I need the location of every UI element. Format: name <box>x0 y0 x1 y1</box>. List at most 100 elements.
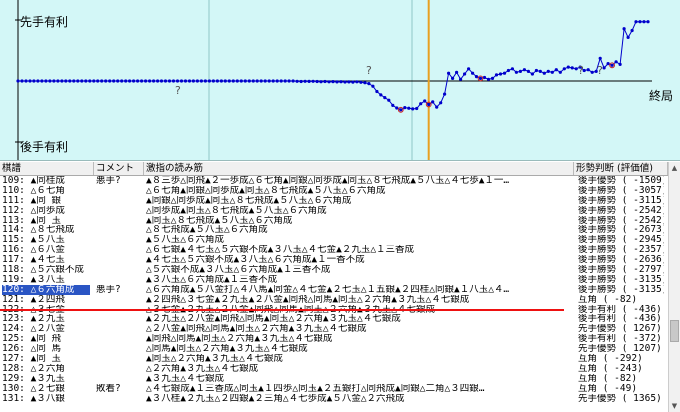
evaluation-point <box>506 68 510 73</box>
judgement-cell: 後手勝勢 ( -2357) <box>578 245 664 256</box>
evaluation-point <box>108 79 112 83</box>
evaluation-point <box>451 76 455 80</box>
evaluation-point <box>112 79 116 83</box>
evaluation-point <box>271 79 275 83</box>
evaluation-point <box>443 92 447 96</box>
judgement-cell: 互角 ( -49) <box>578 383 638 394</box>
move-cell: 130: △２七銀 <box>2 383 65 394</box>
evaluation-point <box>140 79 144 83</box>
table-row[interactable]: 116: △６八金 △６七銀▲４七玉△５六銀不成▲３八玉△４七金▲２九玉△１三香成… <box>0 245 668 255</box>
evaluation-point <box>343 80 347 84</box>
column-header-move[interactable]: 棋譜 <box>0 162 94 175</box>
move-cell: 121: ▲２四飛 <box>2 294 65 305</box>
table-row[interactable]: 126: △同 馬 △同馬▲同玉△２六角▲３九玉△４七銀成 先手優勢 ( 1207) <box>0 344 668 354</box>
move-cell: 112: △同歩成 <box>2 205 65 216</box>
judgement-cell: 後手勝勢 ( -2945) <box>578 235 664 246</box>
move-cell: 117: ▲４七玉 <box>2 255 65 266</box>
table-row[interactable]: 128: △２六角 △２六角▲３九玉△４七銀成 互角 ( -243) <box>0 364 668 374</box>
evaluation-line <box>18 21 648 111</box>
move-cell: 113: ▲同 玉 <box>2 215 62 226</box>
judgement-cell: 後手勝勢 ( -2542) <box>578 205 664 216</box>
table-row[interactable]: 127: ▲同 玉 ▲同玉△２六角▲３九玉△４七銀成 互角 ( -292) <box>0 354 668 364</box>
evaluation-point <box>435 105 439 109</box>
evaluation-point <box>530 72 535 76</box>
evaluation-point <box>355 80 359 84</box>
pv-cell: ▲同飛△同馬▲同玉△２六角▲３九玉△４七銀成 <box>146 334 333 345</box>
move-cell: 128: △２六角 <box>2 363 65 374</box>
column-header-judgement[interactable]: 形勢判断 (評価値) <box>574 162 668 175</box>
evaluation-point <box>347 80 351 84</box>
evaluation-point <box>255 79 259 83</box>
table-scrollbar[interactable]: ▲ ▼ <box>668 162 680 412</box>
table-row[interactable]: 109: ▲同桂成 悪手? ▲８三歩△同飛▲２一歩成△６七角▲同銀△同歩成▲同玉△８… <box>0 176 668 186</box>
table-row[interactable]: 123: ▲２九玉 ▲２九玉△２八金▲同飛△同馬▲同玉△２六角▲３九玉△４七銀成 後… <box>0 314 668 324</box>
judgement-cell: 互角 ( -82) <box>578 373 638 384</box>
evaluation-point <box>467 67 471 71</box>
evaluation-point <box>367 82 371 86</box>
evaluation-point <box>542 71 546 75</box>
scrollbar-thumb[interactable] <box>670 320 679 342</box>
table-row[interactable]: 112: △同歩成 △同歩成▲同玉△８七飛成▲５八玉△６六角成 後手勝勢 ( -25… <box>0 206 668 216</box>
table-row[interactable]: 131: ▲３八銀 ▲３八桂▲２九玉△２四銀▲２三角△４七歩成▲５八金△２六飛成 先… <box>0 394 668 404</box>
evaluation-point <box>251 79 255 83</box>
table-row[interactable]: 129: ▲３九玉 ▲３九玉△４七銀成 互角 ( -82) <box>0 374 668 384</box>
scroll-up-arrow-icon[interactable]: ▲ <box>669 162 680 174</box>
evaluation-point <box>183 79 188 83</box>
evaluation-point <box>598 56 602 60</box>
evaluation-point <box>646 20 650 24</box>
evaluation-point <box>558 70 562 74</box>
judgement-cell: 後手勝勢 ( -2673) <box>578 225 664 236</box>
evaluation-point <box>203 79 207 83</box>
judgement-cell: 互角 ( -243) <box>578 363 643 374</box>
pv-cell: ▲５八玉△６六角成 <box>146 235 224 246</box>
table-row[interactable]: 125: ▲同 飛 ▲同飛△同馬▲同玉△２六角▲３九玉△４七銀成 後手有利 ( -3… <box>0 334 668 344</box>
table-row[interactable]: 130: △２七銀 敗着? △４七銀成▲１三香成△同玉▲１四歩△同玉▲２五銀打△同飛… <box>0 384 668 394</box>
table-row[interactable]: 113: ▲同 玉 ▲同玉△８七飛成▲５八玉△６六角成 後手勝勢 ( -2542) <box>0 216 668 226</box>
pv-cell: △２六角▲３九玉△４七銀成 <box>146 363 259 374</box>
column-header-comment[interactable]: コメント <box>94 162 144 175</box>
table-row[interactable]: 118: △５六銀不成 △５六銀不成▲３八玉△６六角成▲１三香不成 後手勝勢 ( -… <box>0 265 668 275</box>
column-header-pv[interactable]: 激指の読み筋 <box>144 162 574 175</box>
evaluation-point <box>431 100 435 104</box>
evaluation-point <box>379 93 383 97</box>
table-row[interactable]: 124: △２八金 △２八金▲同飛△同馬▲同玉△２六角▲３九玉△４七銀成 先手優勢 … <box>0 324 668 334</box>
evaluation-point <box>152 79 156 83</box>
table-row[interactable]: 111: ▲同 銀 ▲同銀△同歩成▲同玉△８七飛成▲５八玉△６六角成 後手勝勢 ( … <box>0 196 668 206</box>
question-marker: ? <box>578 64 584 77</box>
scroll-down-arrow-icon[interactable]: ▼ <box>669 400 680 412</box>
evaluation-point <box>179 79 184 83</box>
table-row[interactable]: 117: ▲４七玉 ▲４七玉△５六銀不成▲３八玉△６六角成▲１一香不成 後手勝勢 (… <box>0 255 668 265</box>
pv-cell: ▲同銀△同歩成▲同玉△８七飛成▲５八玉△６六角成 <box>146 195 352 206</box>
evaluation-point <box>518 69 523 73</box>
table-row[interactable]: 119: ▲３八玉 ▲３八玉△６六角成▲１三香不成 後手勝勢 ( -3135) <box>0 275 668 285</box>
evaluation-point <box>494 73 499 77</box>
evaluation-point <box>219 79 223 83</box>
judgement-cell: 後手有利 ( -436) <box>578 314 662 325</box>
evaluation-graph[interactable]: ???? 先手有利 後手有利 終局 <box>0 0 680 161</box>
evaluation-point <box>606 62 610 66</box>
evaluation-point <box>235 79 239 83</box>
pv-cell: △８七飛成▲５八玉△６六角成 <box>146 225 268 236</box>
evaluation-point <box>303 79 307 83</box>
table-row[interactable]: 115: ▲５八玉 ▲５八玉△６六角成 後手勝勢 ( -2945) <box>0 235 668 245</box>
evaluation-point <box>28 79 32 83</box>
evaluation-point <box>407 106 411 110</box>
table-row[interactable]: 120: △６六角成 悪手? △６六角成▲５八金打△４八馬▲同金△４七金▲２七玉△１… <box>0 284 668 295</box>
table-row[interactable]: 110: △６七角 △６七角▲同銀△同歩成▲同玉△８七飛成▲５八玉△６六角成 後手勝… <box>0 186 668 196</box>
table-row[interactable]: 114: △８七飛成 △８七飛成▲５八玉△６六角成 後手勝勢 ( -2673) <box>0 225 668 235</box>
evaluation-point <box>502 71 507 75</box>
table-row[interactable]: 121: ▲２四飛 ▲２四飛△３七金▲２九玉▲２八金▲同飛△同馬▲同玉△２六角▲３… <box>0 295 668 305</box>
evaluation-point <box>283 79 287 83</box>
evaluation-point <box>570 66 574 70</box>
move-cell: 115: ▲５八玉 <box>2 235 65 246</box>
evaluation-point <box>490 76 495 80</box>
evaluation-point <box>163 79 168 83</box>
pv-cell: ▲４七玉△５六銀不成▲３八玉△６六角成▲１一香不成 <box>146 255 365 266</box>
gote-advantage-label: 後手有利 <box>20 140 69 154</box>
evaluation-point <box>463 72 467 76</box>
pv-cell: ▲３八桂▲２九玉△２四銀▲２三角△４七歩成▲５八金△２六飛成 <box>146 393 405 404</box>
pv-cell: △５六銀不成▲３八玉△６六角成▲１三香不成 <box>146 265 331 275</box>
evaluation-point <box>387 98 391 102</box>
evaluation-point <box>167 79 172 83</box>
evaluation-point <box>68 79 72 83</box>
